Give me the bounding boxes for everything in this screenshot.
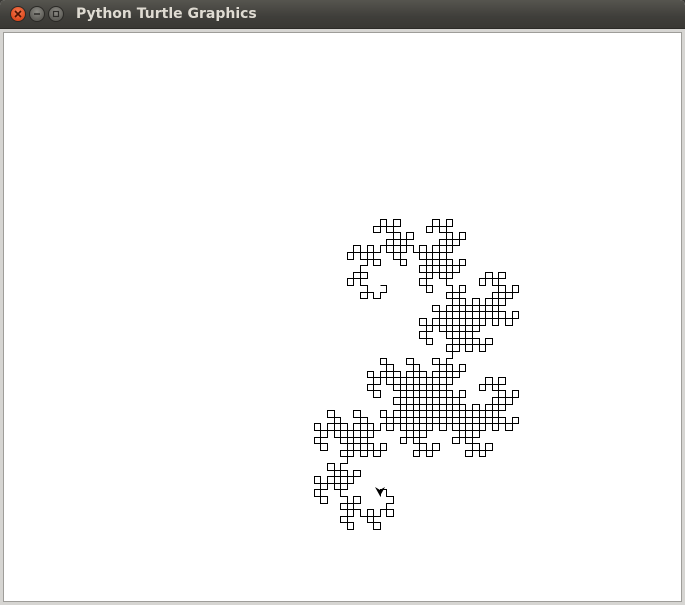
dragon-curve-path (314, 219, 519, 530)
minimize-button[interactable] (29, 6, 45, 22)
maximize-button[interactable] (48, 6, 64, 22)
turtle-cursor-icon (375, 487, 385, 496)
minimize-icon (34, 13, 40, 15)
close-button[interactable] (10, 6, 26, 22)
maximize-icon (52, 10, 60, 18)
close-icon (14, 10, 22, 18)
window-frame (0, 29, 685, 605)
turtle-canvas[interactable] (3, 32, 682, 602)
window-title: Python Turtle Graphics (76, 6, 257, 22)
turtle-window: Python Turtle Graphics (0, 0, 685, 605)
turtle-drawing (314, 219, 519, 530)
title-bar[interactable]: Python Turtle Graphics (0, 0, 685, 29)
